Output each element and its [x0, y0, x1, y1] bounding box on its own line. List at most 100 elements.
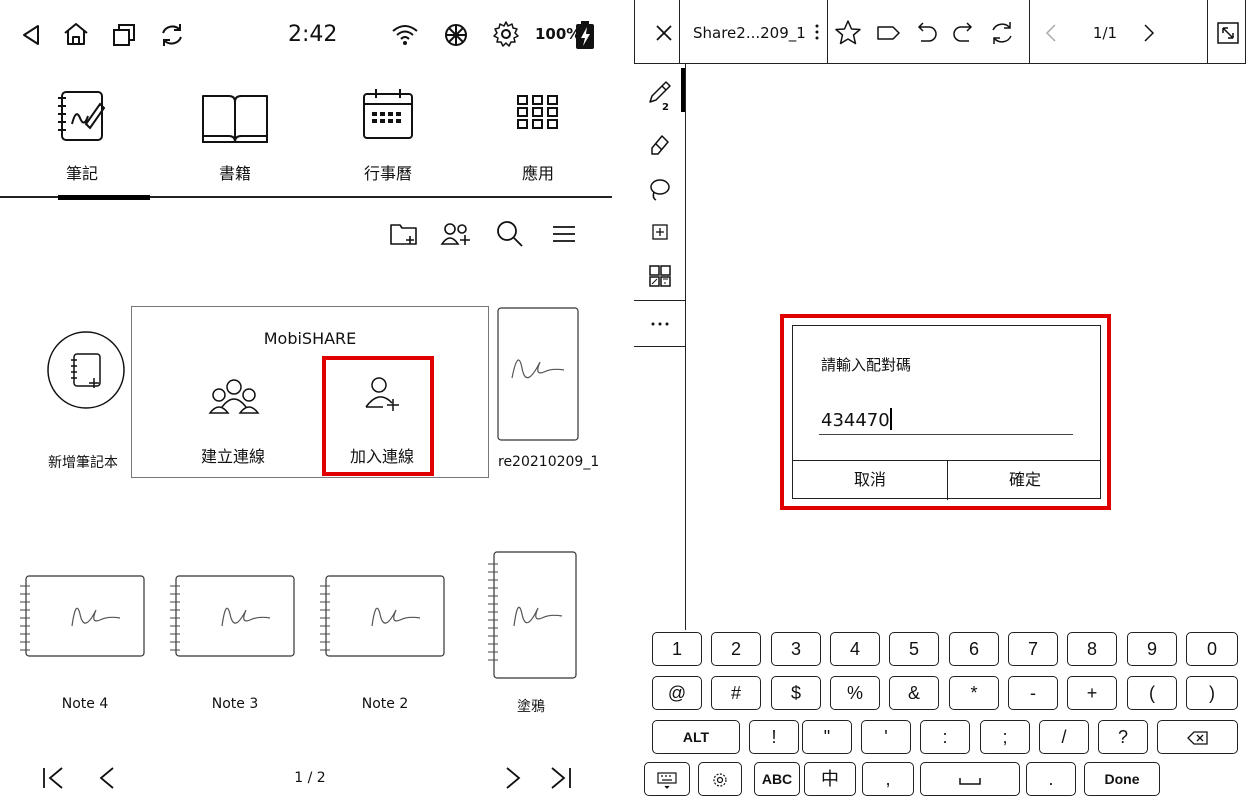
- menu-icon[interactable]: [548, 218, 580, 250]
- refresh-icon[interactable]: [158, 21, 186, 49]
- active-tab-indicator: [58, 195, 150, 200]
- mobishare-popup: MobiSHARE 建立連線 加入連線: [131, 306, 489, 478]
- next-page-icon[interactable]: [502, 766, 524, 790]
- space-icon: [959, 778, 981, 785]
- lasso-icon[interactable]: [644, 174, 676, 206]
- sync-icon[interactable]: [985, 16, 1019, 50]
- pairing-code-input[interactable]: 434470: [821, 408, 892, 431]
- tab-calendar-label: 行事曆: [363, 164, 412, 183]
- tab-calendar[interactable]: 行事曆: [328, 72, 448, 198]
- back-icon[interactable]: [18, 22, 44, 48]
- tab-books[interactable]: 書籍: [175, 72, 295, 198]
- chinese-input-key[interactable]: 中: [804, 762, 856, 796]
- document-title[interactable]: Share2...209_1: [693, 24, 806, 42]
- key-asterisk[interactable]: *: [949, 676, 999, 710]
- tab-notes[interactable]: 筆記: [22, 72, 150, 200]
- wifi-icon: [392, 25, 418, 45]
- next-page-icon[interactable]: [1131, 16, 1165, 50]
- close-icon[interactable]: [647, 16, 681, 50]
- key-colon[interactable]: :: [920, 720, 970, 754]
- key-5[interactable]: 5: [889, 632, 939, 666]
- divider: [679, 0, 680, 64]
- insert-box-icon[interactable]: [644, 216, 676, 248]
- last-page-icon[interactable]: [548, 766, 574, 790]
- expand-icon[interactable]: [1211, 16, 1245, 50]
- key-4[interactable]: 4: [830, 632, 880, 666]
- more-vertical-icon[interactable]: [811, 22, 823, 42]
- first-page-icon[interactable]: [40, 766, 66, 790]
- search-icon[interactable]: [494, 218, 526, 250]
- key-9[interactable]: 9: [1127, 632, 1177, 666]
- alt-key[interactable]: ALT: [652, 720, 740, 754]
- keyboard-switch-key[interactable]: [644, 762, 690, 796]
- key-percent[interactable]: %: [830, 676, 880, 710]
- key-ampersand[interactable]: &: [889, 676, 939, 710]
- tab-notes-label: 筆記: [65, 164, 98, 183]
- new-notebook-button[interactable]: [44, 328, 128, 412]
- group-users-icon: [208, 379, 260, 414]
- keyboard-settings-key[interactable]: [698, 762, 742, 796]
- keyboard-icon: [657, 772, 677, 790]
- undo-icon[interactable]: [909, 16, 943, 50]
- home-icon[interactable]: [62, 20, 90, 48]
- gear-icon: [713, 773, 727, 787]
- note-title: Note 3: [211, 696, 259, 712]
- space-key[interactable]: [920, 762, 1020, 796]
- key-1[interactable]: 1: [652, 632, 702, 666]
- more-horizontal-icon[interactable]: [644, 308, 676, 340]
- redo-icon[interactable]: [947, 16, 981, 50]
- confirm-button[interactable]: 確定: [948, 460, 1102, 500]
- key-period[interactable]: .: [1026, 762, 1076, 796]
- key-right-paren[interactable]: ): [1186, 676, 1238, 710]
- divider: [1029, 0, 1030, 64]
- calendar-icon: [363, 89, 413, 139]
- key-dollar[interactable]: $: [771, 676, 821, 710]
- active-tool-indicator: [681, 68, 685, 112]
- key-minus[interactable]: -: [1008, 676, 1058, 710]
- key-0[interactable]: 0: [1186, 632, 1238, 666]
- note-thumbnail: [497, 307, 579, 441]
- key-3[interactable]: 3: [771, 632, 821, 666]
- cancel-button[interactable]: 取消: [793, 460, 947, 500]
- key-plus[interactable]: +: [1067, 676, 1117, 710]
- settings-gear-icon[interactable]: [492, 20, 520, 48]
- key-single-quote[interactable]: ': [861, 720, 911, 754]
- share-users-icon[interactable]: [440, 218, 472, 250]
- new-folder-icon[interactable]: [388, 218, 420, 250]
- sync-status-icon: [445, 24, 467, 46]
- pen-icon[interactable]: [644, 78, 676, 110]
- key-slash[interactable]: /: [1039, 720, 1089, 754]
- key-double-quote[interactable]: ": [802, 720, 852, 754]
- key-comma[interactable]: ,: [862, 762, 914, 796]
- previous-page-icon[interactable]: [1035, 16, 1069, 50]
- key-left-paren[interactable]: (: [1127, 676, 1177, 710]
- key-exclamation[interactable]: !: [749, 720, 799, 754]
- create-connection-button[interactable]: 建立連線: [178, 363, 288, 473]
- key-7[interactable]: 7: [1008, 632, 1058, 666]
- key-6[interactable]: 6: [949, 632, 999, 666]
- tab-apps[interactable]: 應用: [478, 72, 598, 198]
- key-semicolon[interactable]: ;: [980, 720, 1030, 754]
- key-question[interactable]: ?: [1098, 720, 1148, 754]
- backspace-key[interactable]: [1157, 720, 1238, 754]
- previous-page-icon[interactable]: [96, 766, 118, 790]
- divider: [1207, 0, 1208, 64]
- star-icon[interactable]: [831, 16, 865, 50]
- key-hash[interactable]: #: [711, 676, 761, 710]
- template-grid-icon[interactable]: [644, 260, 676, 292]
- key-8[interactable]: 8: [1067, 632, 1117, 666]
- note-title: Note 4: [61, 696, 109, 712]
- key-at[interactable]: @: [652, 676, 702, 710]
- recent-apps-icon[interactable]: [110, 21, 138, 49]
- eraser-icon[interactable]: [644, 128, 676, 160]
- battery-charging-icon: [576, 21, 594, 49]
- abc-key[interactable]: ABC: [754, 762, 800, 796]
- status-bar: 2:42 100%: [0, 0, 612, 72]
- done-key[interactable]: Done: [1084, 762, 1160, 796]
- tool-sidebar: 2: [634, 64, 686, 630]
- home-screen: 2:42 100% 筆記 書籍 行事曆 應用 新增筆記本 re20210209_…: [0, 0, 612, 800]
- key-2[interactable]: 2: [711, 632, 761, 666]
- tag-icon[interactable]: [871, 16, 905, 50]
- note-title: re20210209_1: [498, 454, 600, 470]
- divider: [634, 300, 686, 301]
